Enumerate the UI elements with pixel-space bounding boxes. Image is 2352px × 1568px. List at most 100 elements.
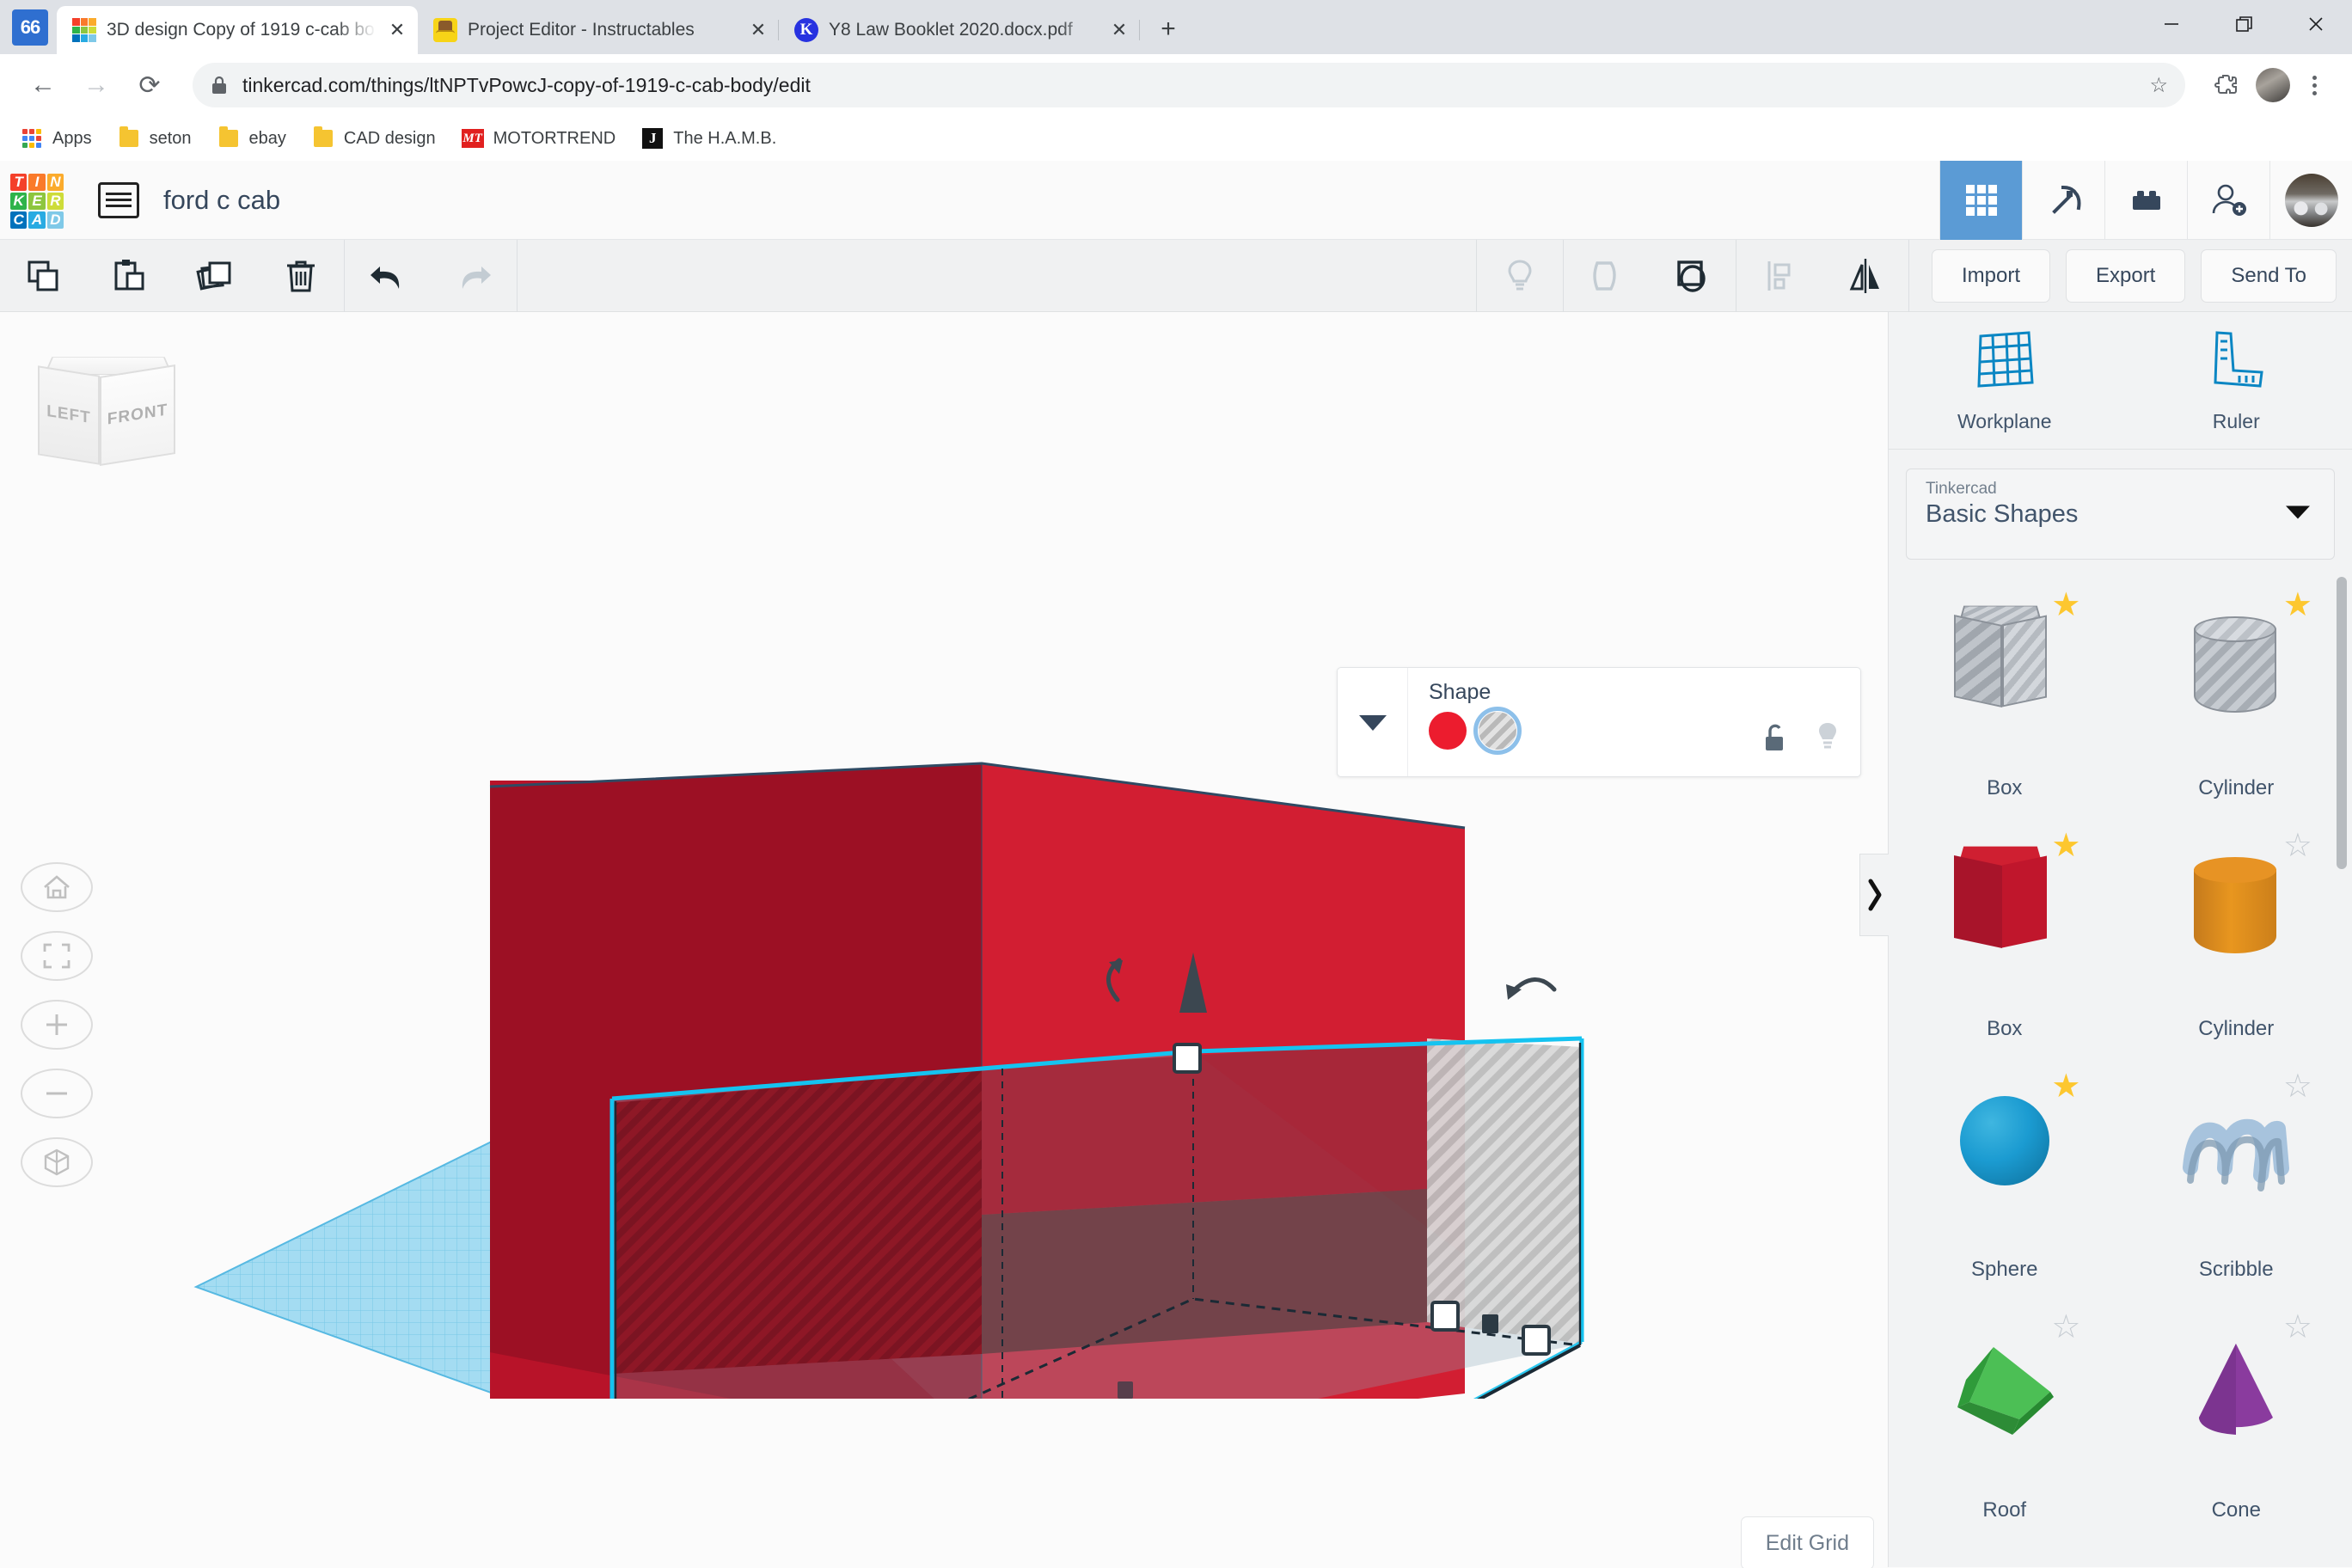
- undo-icon[interactable]: [345, 240, 431, 312]
- shape-item-hole-cylinder[interactable]: ★ Cylinder: [2121, 575, 2352, 816]
- tinker-pickaxe-icon[interactable]: [2022, 160, 2104, 240]
- shape-inspector-panel[interactable]: Shape: [1337, 667, 1861, 777]
- library-name: Basic Shapes: [1926, 500, 2079, 528]
- unlock-icon[interactable]: [1761, 721, 1790, 758]
- send-to-button[interactable]: Send To: [2201, 248, 2337, 303]
- zoom-in-icon[interactable]: [21, 1000, 93, 1050]
- light-bulb-icon[interactable]: [1814, 720, 1841, 759]
- shape-label: Roof: [1982, 1498, 2027, 1522]
- view-cube-front-face[interactable]: FRONT: [100, 364, 175, 466]
- maximize-icon[interactable]: [2208, 0, 2280, 47]
- home-view-icon[interactable]: [21, 862, 93, 912]
- view-cube[interactable]: LEFT FRONT: [33, 346, 183, 484]
- shape-item-scribble[interactable]: ☆ Scribble: [2121, 1057, 2352, 1297]
- browser-tab-pdf[interactable]: K Y8 Law Booklet 2020.docx.pdf ✕: [779, 6, 1140, 54]
- edit-grid-button[interactable]: Edit Grid: [1740, 1516, 1874, 1568]
- tab-close-icon[interactable]: ✕: [383, 16, 411, 44]
- bookmark-the-hamb[interactable]: J The H.A.M.B.: [641, 127, 776, 150]
- minimize-icon[interactable]: [2135, 0, 2208, 47]
- page-title[interactable]: ford c cab: [163, 185, 280, 216]
- blocks-brick-icon[interactable]: [2104, 160, 2187, 240]
- browser-tab-instructables[interactable]: Project Editor - Instructables ✕: [418, 6, 779, 54]
- profile-badge[interactable]: 66: [12, 9, 48, 46]
- back-icon[interactable]: ←: [19, 61, 67, 109]
- folder-icon: [217, 126, 240, 150]
- shape-item-sphere[interactable]: ★ Sphere: [1889, 1057, 2121, 1297]
- scribble-thumbnail: [2171, 1077, 2300, 1219]
- duplicate-icon[interactable]: [172, 240, 258, 312]
- main-area: LEFT FRONT Shape Workplane Ruler Tinkerc…: [0, 312, 2352, 1567]
- lock-icon: [210, 75, 229, 95]
- workplane-tool[interactable]: Workplane: [1889, 312, 2121, 449]
- shape-grid[interactable]: ★ Box ★ Cylinder ★ Box ☆ Cylinder ★ Sphe…: [1889, 560, 2352, 1567]
- shape-item-hole-box[interactable]: ★ Box: [1889, 575, 2121, 816]
- ruler-icon: [2205, 328, 2267, 398]
- url-host: tinkercad.com: [242, 73, 366, 96]
- url-path: /things/ltNPTvPowcJ-copy-of-1919-c-cab-b…: [365, 73, 811, 96]
- chevron-down-icon[interactable]: [2284, 504, 2312, 525]
- workplane-icon: [1974, 328, 2036, 398]
- shape-label: Cylinder: [2198, 776, 2275, 799]
- import-button[interactable]: Import: [1931, 248, 2050, 303]
- reload-icon[interactable]: ⟳: [126, 61, 174, 109]
- ruler-tool[interactable]: Ruler: [2121, 312, 2352, 449]
- shape-item-solid-box[interactable]: ★ Box: [1889, 816, 2121, 1057]
- bookmark-label: The H.A.M.B.: [673, 128, 777, 148]
- shape-item-solid-cylinder[interactable]: ☆ Cylinder: [2121, 816, 2352, 1057]
- hole-shape-icon[interactable]: [1564, 240, 1650, 312]
- motortrend-badge: MT: [461, 129, 484, 148]
- solid-color-swatch[interactable]: [1429, 712, 1467, 750]
- 3d-scene[interactable]: [0, 312, 1888, 1399]
- browser-tab-tinkercad[interactable]: 3D design Copy of 1919 c-cab bo ✕: [57, 6, 418, 54]
- export-button[interactable]: Export: [2065, 248, 2186, 303]
- window-controls: [2135, 0, 2352, 47]
- grid-view-icon[interactable]: [1939, 160, 2022, 240]
- profile-avatar[interactable]: [2256, 68, 2290, 102]
- bookmark-star-icon[interactable]: ☆: [2149, 73, 2168, 98]
- panel-collapse-button[interactable]: [1859, 854, 1889, 936]
- close-icon[interactable]: [2280, 0, 2352, 47]
- view-cube-left-face[interactable]: LEFT: [38, 365, 100, 465]
- add-person-icon[interactable]: [2187, 160, 2269, 240]
- address-bar[interactable]: tinkercad.com /things/ltNPTvPowcJ-copy-o…: [193, 63, 2185, 107]
- shape-label: Scribble: [2198, 1258, 2274, 1281]
- paste-icon[interactable]: [86, 240, 172, 312]
- tinkercad-icon: [72, 18, 96, 42]
- group-shapes-icon[interactable]: [1650, 240, 1736, 312]
- shape-library-select[interactable]: Tinkercad Basic Shapes: [1906, 469, 2335, 560]
- delete-icon[interactable]: [258, 240, 344, 312]
- bookmark-motortrend[interactable]: MT MOTORTREND: [461, 127, 616, 150]
- redo-icon[interactable]: [431, 240, 517, 312]
- tab-close-icon[interactable]: ✕: [744, 16, 772, 44]
- new-tab-button[interactable]: +: [1148, 9, 1188, 49]
- light-bulb-icon[interactable]: [1477, 240, 1563, 312]
- project-list-icon[interactable]: [98, 181, 139, 218]
- shape-panel-collapse-caret[interactable]: [1338, 668, 1408, 776]
- chrome-menu-icon[interactable]: [2295, 64, 2333, 106]
- tab-title: Y8 Law Booklet 2020.docx.pdf: [829, 20, 1073, 40]
- instructables-icon: [433, 18, 457, 42]
- tinkercad-logo-icon[interactable]: TIN KER CAD: [10, 173, 64, 229]
- forward-icon[interactable]: →: [72, 61, 120, 109]
- align-icon[interactable]: [1736, 240, 1822, 312]
- design-viewport[interactable]: LEFT FRONT Shape: [0, 312, 1888, 1567]
- ortho-view-icon[interactable]: [21, 1137, 93, 1187]
- tab-title: 3D design Copy of 1919 c-cab bo: [107, 20, 375, 40]
- shape-label: Cone: [2211, 1498, 2261, 1522]
- tab-close-icon[interactable]: ✕: [1106, 16, 1133, 44]
- bookmark-seton[interactable]: seton: [118, 126, 192, 150]
- bookmark-cad-design[interactable]: CAD design: [312, 126, 436, 150]
- extensions-puzzle-icon[interactable]: [2206, 64, 2247, 106]
- hole-swatch[interactable]: [1473, 707, 1522, 755]
- copy-icon[interactable]: [0, 240, 86, 312]
- shape-item-roof[interactable]: ☆ Roof: [1889, 1297, 2121, 1538]
- edit-toolbar: Import Export Send To: [0, 239, 2352, 312]
- user-avatar[interactable]: [2269, 160, 2352, 240]
- browser-tab-bar: 66 3D design Copy of 1919 c-cab bo ✕ Pro…: [0, 0, 2352, 54]
- mirror-icon[interactable]: [1822, 240, 1908, 312]
- shape-item-cone[interactable]: ☆ Cone: [2121, 1297, 2352, 1538]
- bookmark-ebay[interactable]: ebay: [217, 126, 286, 150]
- bookmark-apps[interactable]: Apps: [21, 127, 92, 150]
- fit-view-icon[interactable]: [21, 931, 93, 981]
- zoom-out-icon[interactable]: [21, 1069, 93, 1118]
